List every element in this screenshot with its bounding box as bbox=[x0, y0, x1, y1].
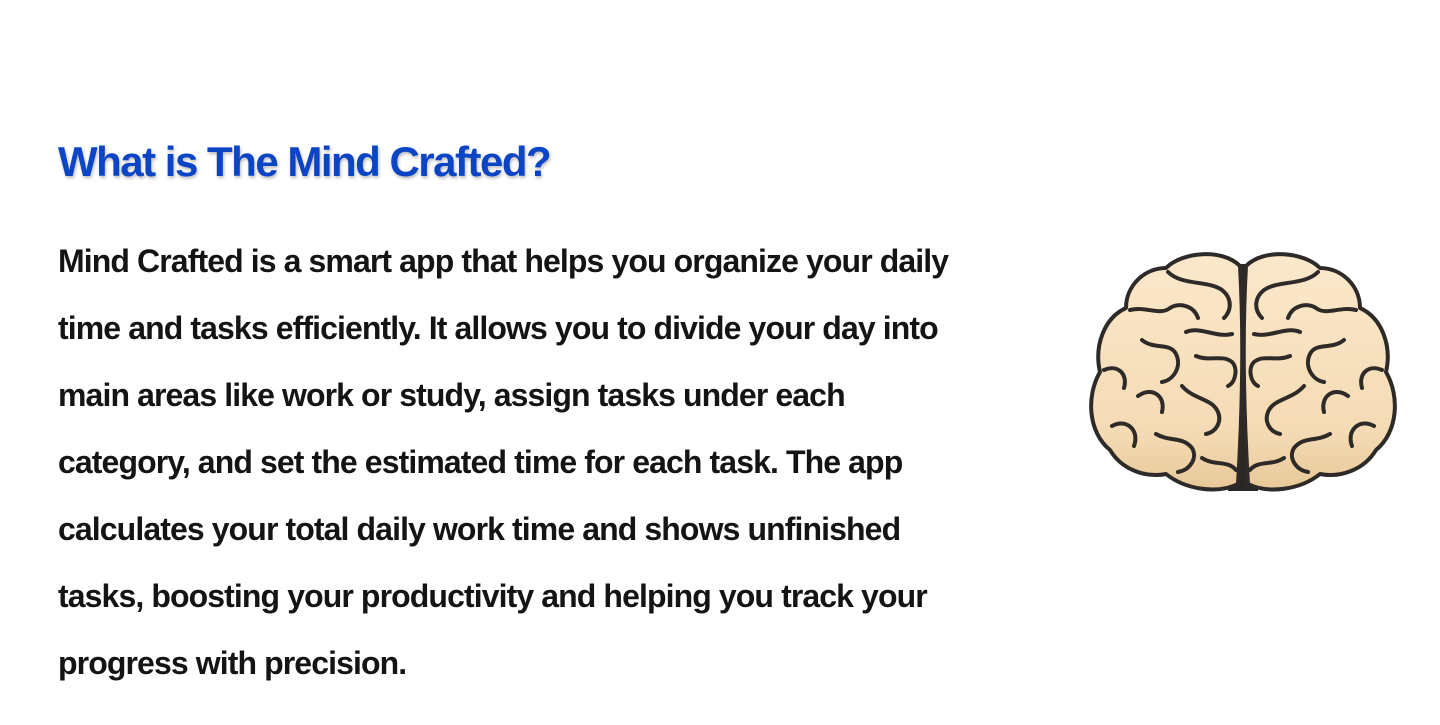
section-title: What is The Mind Crafted? bbox=[58, 138, 552, 185]
description-line: calculates your total daily work time an… bbox=[58, 511, 901, 547]
description-line: category, and set the estimated time for… bbox=[58, 444, 903, 480]
about-section: What is The Mind Crafted? Mind Crafted i… bbox=[0, 0, 1440, 725]
brain-icon bbox=[1082, 246, 1404, 500]
description-line: time and tasks efficiently. It allows yo… bbox=[58, 310, 939, 346]
description-line: tasks, boosting your productivity and he… bbox=[58, 578, 928, 614]
description-line: main areas like work or study, assign ta… bbox=[58, 377, 846, 413]
app-description: Mind Crafted is a smart app that helps y… bbox=[58, 228, 1048, 697]
description-line: progress with precision. bbox=[58, 645, 407, 681]
description-line: Mind Crafted is a smart app that helps y… bbox=[58, 243, 949, 279]
